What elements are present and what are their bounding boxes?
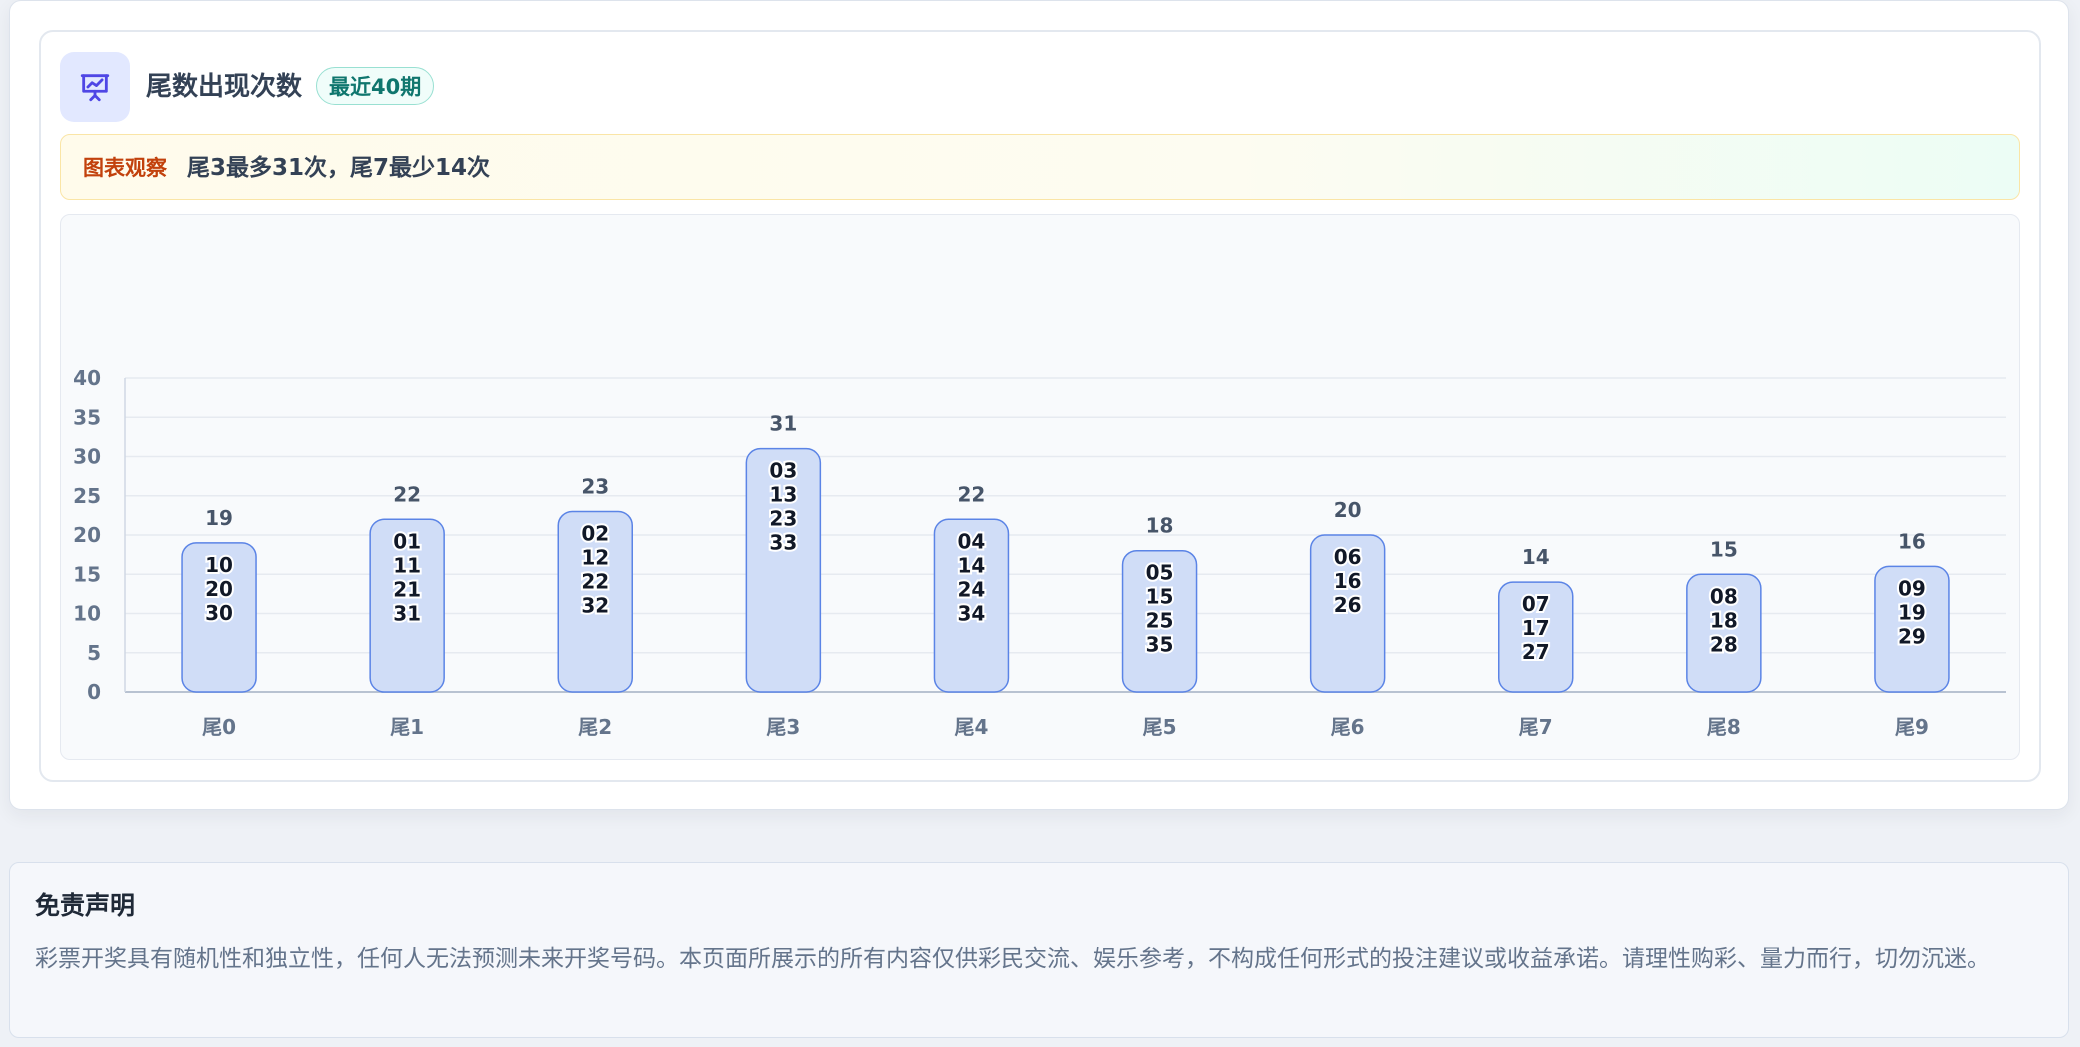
bar-number-label: 30 — [205, 601, 233, 625]
y-tick-label: 40 — [73, 366, 101, 390]
bar-number-label: 19 — [1898, 600, 1926, 624]
bar-number-label: 10 — [205, 553, 233, 577]
y-tick-label: 10 — [73, 602, 101, 626]
y-tick-label: 15 — [73, 562, 101, 586]
bar-number-label: 13 — [769, 483, 797, 507]
x-tick-label: 尾3 — [766, 715, 800, 739]
bar-value-label: 22 — [393, 482, 421, 506]
bar-value-label: 31 — [769, 412, 797, 436]
bar-value-label: 16 — [1898, 529, 1926, 553]
disclaimer-text: 彩票开奖具有随机性和独立性，任何人无法预测未来开奖号码。本页面所展示的所有内容仅… — [35, 946, 1990, 972]
bar-value-label: 20 — [1334, 498, 1362, 522]
bar-number-label: 23 — [769, 507, 797, 531]
bar-value-label: 19 — [205, 506, 233, 530]
bar-value-label: 18 — [1146, 514, 1174, 538]
disclaimer-section: 免责声明 彩票开奖具有随机性和独立性，任何人无法预测未来开奖号码。本页面所展示的… — [9, 862, 2069, 1038]
x-tick-label: 尾5 — [1143, 715, 1177, 739]
bar-number-label: 07 — [1522, 592, 1550, 616]
x-tick-label: 尾9 — [1895, 715, 1929, 739]
x-tick-label: 尾8 — [1707, 715, 1741, 739]
chart-panel: 0 5 10 15 20 25 30 35 40 19 10 20 30 尾0 22 01 11 21 31 尾1 23… — [60, 214, 2020, 760]
bar-number-label: 14 — [958, 553, 986, 577]
bar-number-label: 29 — [1898, 624, 1926, 648]
bar-number-label: 33 — [769, 531, 797, 555]
bar-number-label: 24 — [958, 577, 986, 601]
bar-value-label: 15 — [1710, 537, 1738, 561]
bar-number-label: 17 — [1522, 616, 1550, 640]
tail-count-bar-chart: 051015202530354019102030尾02201112131尾123… — [73, 366, 2006, 739]
bar-number-label: 27 — [1522, 640, 1550, 664]
bar-number-label: 18 — [1710, 608, 1738, 632]
bar-number-label: 12 — [581, 545, 609, 569]
bar-value-label: 22 — [958, 482, 986, 506]
insight-tag: 图表观察 — [83, 156, 167, 180]
bar-number-label: 02 — [581, 521, 609, 545]
x-tick-label: 尾6 — [1331, 715, 1365, 739]
x-tick-label: 尾2 — [578, 715, 612, 739]
bar-number-label: 04 — [958, 529, 986, 553]
bar-number-label: 21 — [393, 577, 421, 601]
bar-number-label: 20 — [205, 577, 233, 601]
bar-number-label: 16 — [1334, 569, 1362, 593]
bar-value-label: 23 — [581, 474, 609, 498]
presentation-chart-icon — [60, 52, 130, 122]
bar-number-label: 22 — [581, 569, 609, 593]
y-tick-label: 30 — [73, 445, 101, 469]
bar-number-label: 05 — [1146, 561, 1174, 585]
bar-value-label: 14 — [1522, 545, 1550, 569]
bar-number-label: 01 — [393, 529, 421, 553]
bar-number-label: 34 — [958, 601, 986, 625]
bar-number-label: 09 — [1898, 576, 1926, 600]
bar-number-label: 31 — [393, 601, 421, 625]
bar-number-label: 25 — [1146, 609, 1174, 633]
disclaimer-title: 免责声明 — [35, 891, 136, 920]
y-tick-label: 25 — [73, 484, 101, 508]
x-tick-label: 尾4 — [954, 715, 988, 739]
bar-number-label: 11 — [393, 553, 421, 577]
bar-number-label: 26 — [1334, 593, 1362, 617]
bar-number-label: 03 — [769, 459, 797, 483]
x-tick-label: 尾1 — [390, 715, 424, 739]
bar-number-label: 06 — [1334, 545, 1362, 569]
x-tick-label: 尾0 — [202, 715, 236, 739]
insight-box: 图表观察 尾3最多31次，尾7最少14次 — [60, 134, 2020, 200]
y-tick-label: 5 — [87, 641, 101, 665]
bar-number-label: 35 — [1146, 633, 1174, 657]
x-tick-label: 尾7 — [1519, 715, 1553, 739]
bar-number-label: 32 — [581, 593, 609, 617]
period-badge: 最近40期 — [316, 67, 435, 105]
y-tick-label: 35 — [73, 405, 101, 429]
card-title: 尾数出现次数 — [146, 72, 303, 102]
y-tick-label: 0 — [87, 680, 101, 704]
bar-number-label: 08 — [1710, 584, 1738, 608]
y-tick-label: 20 — [73, 523, 101, 547]
insight-text: 尾3最多31次，尾7最少14次 — [187, 155, 491, 181]
bar-number-label: 15 — [1146, 585, 1174, 609]
bar-number-label: 28 — [1710, 632, 1738, 656]
